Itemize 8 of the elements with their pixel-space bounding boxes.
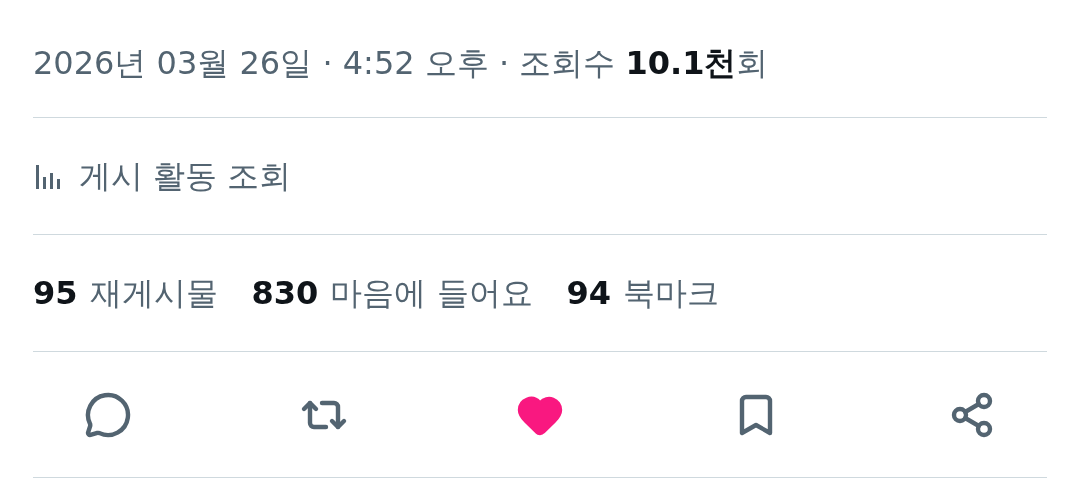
stat-label[interactable]: 재게시물	[89, 269, 218, 317]
post-meta: 2026년 03월 26일 · 4:52 오후 · 조회수 10.1천회	[33, 42, 769, 84]
stat-count[interactable]: 95	[33, 269, 78, 317]
post-activity-link[interactable]: 게시 활동 조회	[33, 152, 292, 200]
stat-count[interactable]: 94	[566, 269, 612, 317]
stat-count[interactable]: 830	[251, 269, 319, 317]
stat-label[interactable]: 북마크	[623, 269, 720, 317]
stat-label[interactable]: 마음에 들어요	[330, 269, 533, 317]
